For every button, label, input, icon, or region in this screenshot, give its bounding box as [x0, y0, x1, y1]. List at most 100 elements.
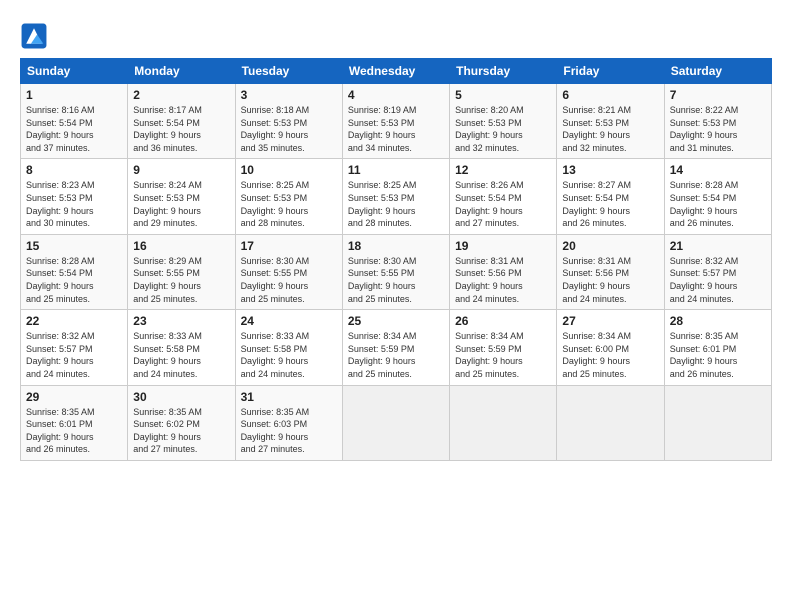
day-cell: 31 Sunrise: 8:35 AM Sunset: 6:03 PM Dayli… [235, 385, 342, 460]
weekday-header-row: SundayMondayTuesdayWednesdayThursdayFrid… [21, 59, 772, 84]
day-info: Sunrise: 8:19 AM Sunset: 5:53 PM Dayligh… [348, 104, 444, 154]
day-cell: 11Sunrise: 8:25 AM Sunset: 5:53 PM Dayli… [342, 159, 449, 234]
day-cell: 21 Sunrise: 8:32 AM Sunset: 5:57 PM Dayli… [664, 234, 771, 309]
day-number: 16 [133, 239, 229, 253]
weekday-header-monday: Monday [128, 59, 235, 84]
day-info: Sunrise: 8:23 AM Sunset: 5:53 PM Dayligh… [26, 179, 122, 229]
day-cell: 27 Sunrise: 8:34 AM Sunset: 6:00 PM Dayli… [557, 310, 664, 385]
day-cell: 4 Sunrise: 8:19 AM Sunset: 5:53 PM Daylig… [342, 84, 449, 159]
day-info: Sunrise: 8:21 AM Sunset: 5:53 PM Dayligh… [562, 104, 658, 154]
day-info: Sunrise: 8:34 AM Sunset: 5:59 PM Dayligh… [455, 330, 551, 380]
day-cell: 6 Sunrise: 8:21 AM Sunset: 5:53 PM Daylig… [557, 84, 664, 159]
day-info: Sunrise: 8:34 AM Sunset: 5:59 PM Dayligh… [348, 330, 444, 380]
day-number: 3 [241, 88, 337, 102]
weekday-header-thursday: Thursday [450, 59, 557, 84]
day-cell: 25 Sunrise: 8:34 AM Sunset: 5:59 PM Dayli… [342, 310, 449, 385]
day-info: Sunrise: 8:22 AM Sunset: 5:53 PM Dayligh… [670, 104, 766, 154]
day-cell: 20Sunrise: 8:31 AM Sunset: 5:56 PM Dayli… [557, 234, 664, 309]
day-cell: 26 Sunrise: 8:34 AM Sunset: 5:59 PM Dayli… [450, 310, 557, 385]
day-cell: 24Sunrise: 8:33 AM Sunset: 5:58 PM Dayli… [235, 310, 342, 385]
day-number: 8 [26, 163, 122, 177]
day-cell [664, 385, 771, 460]
day-number: 21 [670, 239, 766, 253]
weekday-header-friday: Friday [557, 59, 664, 84]
day-info: Sunrise: 8:24 AM Sunset: 5:53 PM Dayligh… [133, 179, 229, 229]
day-number: 25 [348, 314, 444, 328]
day-cell: 2 Sunrise: 8:17 AM Sunset: 5:54 PM Daylig… [128, 84, 235, 159]
day-info: Sunrise: 8:17 AM Sunset: 5:54 PM Dayligh… [133, 104, 229, 154]
day-number: 4 [348, 88, 444, 102]
day-cell [450, 385, 557, 460]
day-number: 20 [562, 239, 658, 253]
week-row-3: 15Sunrise: 8:28 AM Sunset: 5:54 PM Dayli… [21, 234, 772, 309]
day-info: Sunrise: 8:32 AM Sunset: 5:57 PM Dayligh… [26, 330, 122, 380]
day-number: 26 [455, 314, 551, 328]
week-row-4: 22 Sunrise: 8:32 AM Sunset: 5:57 PM Dayli… [21, 310, 772, 385]
day-cell: 18 Sunrise: 8:30 AM Sunset: 5:55 PM Dayli… [342, 234, 449, 309]
day-number: 22 [26, 314, 122, 328]
day-info: Sunrise: 8:29 AM Sunset: 5:55 PM Dayligh… [133, 255, 229, 305]
day-number: 6 [562, 88, 658, 102]
day-info: Sunrise: 8:31 AM Sunset: 5:56 PM Dayligh… [455, 255, 551, 305]
day-cell: 5 Sunrise: 8:20 AM Sunset: 5:53 PM Daylig… [450, 84, 557, 159]
day-number: 29 [26, 390, 122, 404]
day-cell: 15Sunrise: 8:28 AM Sunset: 5:54 PM Dayli… [21, 234, 128, 309]
day-cell: 17 Sunrise: 8:30 AM Sunset: 5:55 PM Dayli… [235, 234, 342, 309]
day-info: Sunrise: 8:34 AM Sunset: 6:00 PM Dayligh… [562, 330, 658, 380]
day-info: Sunrise: 8:33 AM Sunset: 5:58 PM Dayligh… [241, 330, 337, 380]
day-info: Sunrise: 8:28 AM Sunset: 5:54 PM Dayligh… [670, 179, 766, 229]
day-number: 9 [133, 163, 229, 177]
day-info: Sunrise: 8:25 AM Sunset: 5:53 PM Dayligh… [241, 179, 337, 229]
logo [20, 22, 50, 50]
day-cell: 10Sunrise: 8:25 AM Sunset: 5:53 PM Dayli… [235, 159, 342, 234]
day-number: 17 [241, 239, 337, 253]
day-cell: 3 Sunrise: 8:18 AM Sunset: 5:53 PM Daylig… [235, 84, 342, 159]
day-cell: 29 Sunrise: 8:35 AM Sunset: 6:01 PM Dayli… [21, 385, 128, 460]
weekday-header-wednesday: Wednesday [342, 59, 449, 84]
day-cell: 28 Sunrise: 8:35 AM Sunset: 6:01 PM Dayli… [664, 310, 771, 385]
day-info: Sunrise: 8:35 AM Sunset: 6:01 PM Dayligh… [670, 330, 766, 380]
day-cell: 22 Sunrise: 8:32 AM Sunset: 5:57 PM Dayli… [21, 310, 128, 385]
day-info: Sunrise: 8:35 AM Sunset: 6:02 PM Dayligh… [133, 406, 229, 456]
weekday-header-tuesday: Tuesday [235, 59, 342, 84]
day-cell: 23Sunrise: 8:33 AM Sunset: 5:58 PM Dayli… [128, 310, 235, 385]
day-info: Sunrise: 8:20 AM Sunset: 5:53 PM Dayligh… [455, 104, 551, 154]
day-info: Sunrise: 8:32 AM Sunset: 5:57 PM Dayligh… [670, 255, 766, 305]
day-number: 19 [455, 239, 551, 253]
page: SundayMondayTuesdayWednesdayThursdayFrid… [0, 0, 792, 612]
day-number: 2 [133, 88, 229, 102]
calendar-body: 1Sunrise: 8:16 AM Sunset: 5:54 PM Daylig… [21, 84, 772, 461]
day-number: 13 [562, 163, 658, 177]
day-number: 14 [670, 163, 766, 177]
calendar: SundayMondayTuesdayWednesdayThursdayFrid… [20, 58, 772, 461]
day-info: Sunrise: 8:35 AM Sunset: 6:03 PM Dayligh… [241, 406, 337, 456]
calendar-header: SundayMondayTuesdayWednesdayThursdayFrid… [21, 59, 772, 84]
day-cell: 13 Sunrise: 8:27 AM Sunset: 5:54 PM Dayli… [557, 159, 664, 234]
day-cell: 1Sunrise: 8:16 AM Sunset: 5:54 PM Daylig… [21, 84, 128, 159]
logo-icon [20, 22, 48, 50]
day-info: Sunrise: 8:16 AM Sunset: 5:54 PM Dayligh… [26, 104, 122, 154]
day-number: 15 [26, 239, 122, 253]
week-row-1: 1Sunrise: 8:16 AM Sunset: 5:54 PM Daylig… [21, 84, 772, 159]
day-number: 28 [670, 314, 766, 328]
day-info: Sunrise: 8:26 AM Sunset: 5:54 PM Dayligh… [455, 179, 551, 229]
day-number: 7 [670, 88, 766, 102]
day-number: 30 [133, 390, 229, 404]
day-number: 31 [241, 390, 337, 404]
day-cell: 9 Sunrise: 8:24 AM Sunset: 5:53 PM Daylig… [128, 159, 235, 234]
day-cell [557, 385, 664, 460]
day-number: 27 [562, 314, 658, 328]
day-cell: 30 Sunrise: 8:35 AM Sunset: 6:02 PM Dayli… [128, 385, 235, 460]
day-cell: 8 Sunrise: 8:23 AM Sunset: 5:53 PM Daylig… [21, 159, 128, 234]
day-info: Sunrise: 8:35 AM Sunset: 6:01 PM Dayligh… [26, 406, 122, 456]
day-number: 18 [348, 239, 444, 253]
day-number: 11 [348, 163, 444, 177]
day-cell: 12 Sunrise: 8:26 AM Sunset: 5:54 PM Dayli… [450, 159, 557, 234]
day-number: 12 [455, 163, 551, 177]
day-number: 5 [455, 88, 551, 102]
day-number: 23 [133, 314, 229, 328]
day-info: Sunrise: 8:30 AM Sunset: 5:55 PM Dayligh… [348, 255, 444, 305]
day-info: Sunrise: 8:18 AM Sunset: 5:53 PM Dayligh… [241, 104, 337, 154]
day-info: Sunrise: 8:27 AM Sunset: 5:54 PM Dayligh… [562, 179, 658, 229]
day-info: Sunrise: 8:30 AM Sunset: 5:55 PM Dayligh… [241, 255, 337, 305]
